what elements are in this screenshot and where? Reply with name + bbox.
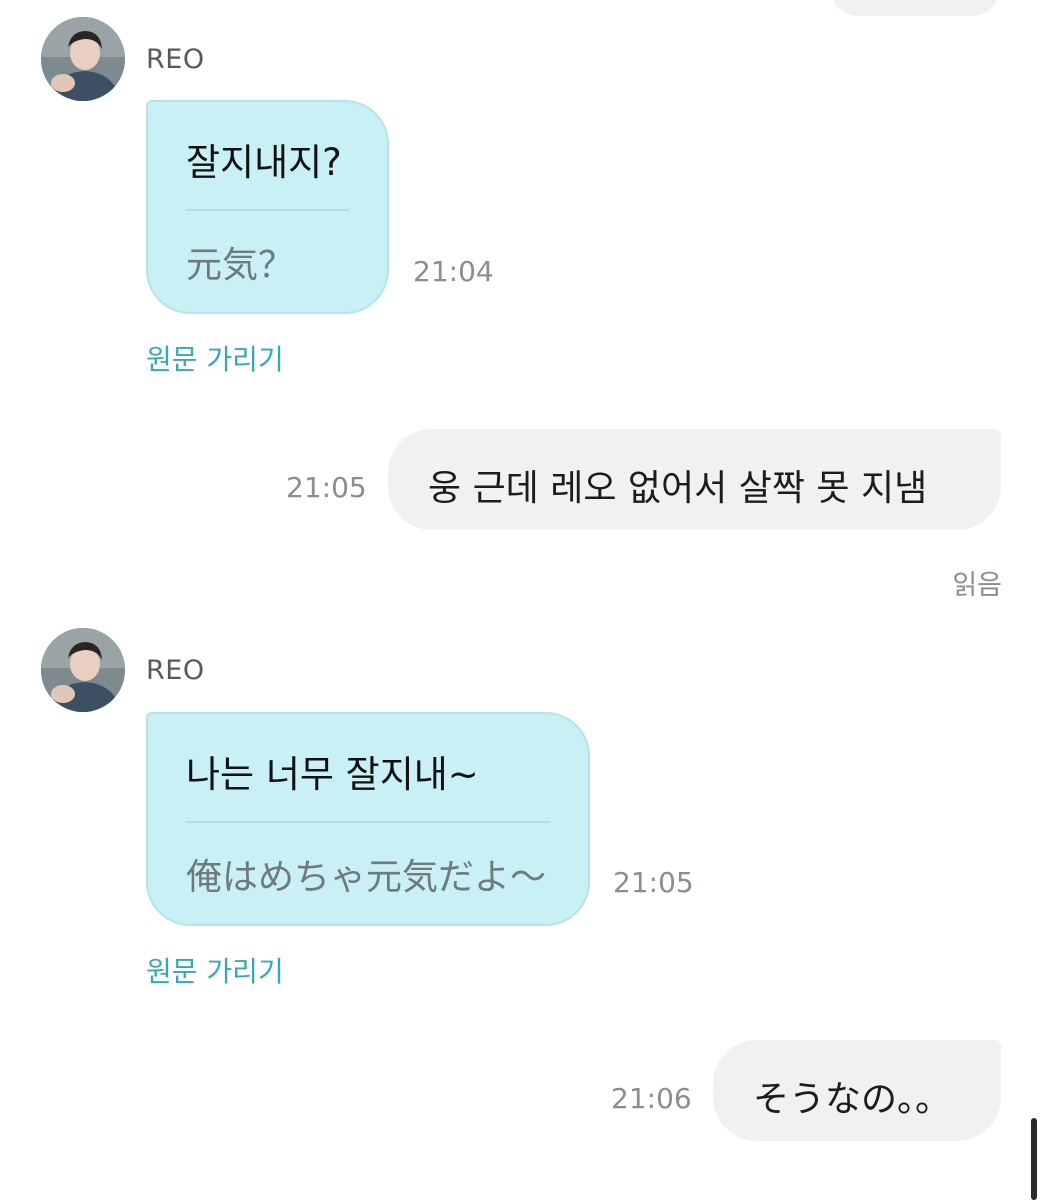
translation-divider — [186, 821, 550, 823]
sender-name: REO — [146, 44, 205, 75]
sender-name: REO — [146, 655, 205, 686]
sender-avatar[interactable] — [41, 17, 125, 101]
outgoing-message-bubble[interactable]: そうなの。。 — [713, 1040, 1001, 1141]
message-text: 웅 근데 레오 없어서 살짝 못 지냄 — [428, 468, 928, 509]
chat-screen: REO 잘지내지? 元気？ 21:04 원문 가리기 21:05 웅 근데 레오… — [0, 0, 1046, 1200]
message-timestamp: 21:05 — [613, 866, 694, 899]
message-text: そうなの。。 — [753, 1079, 952, 1120]
read-receipt: 읽음 — [952, 570, 1002, 601]
hide-original-link[interactable]: 원문 가리기 — [146, 950, 284, 990]
message-timestamp: 21:05 — [286, 471, 367, 504]
message-translation-text: 俺はめちゃ元気だよ～ — [186, 857, 547, 898]
message-original-text: 잘지내지? — [186, 141, 342, 184]
avatar-photo-icon — [41, 628, 125, 712]
incoming-message-bubble[interactable]: 잘지내지? 元気？ — [146, 100, 389, 314]
avatar-photo-icon — [41, 17, 125, 101]
previous-message-bubble[interactable] — [830, 0, 1000, 16]
hide-original-link[interactable]: 원문 가리기 — [146, 338, 284, 378]
message-timestamp: 21:04 — [413, 255, 494, 288]
scrollbar[interactable] — [1031, 1118, 1037, 1200]
message-translation-text: 元気？ — [186, 245, 295, 286]
message-timestamp: 21:06 — [611, 1082, 692, 1115]
incoming-message-bubble[interactable]: 나는 너무 잘지내~ 俺はめちゃ元気だよ～ — [146, 712, 590, 926]
message-original-text: 나는 너무 잘지내~ — [186, 753, 479, 796]
sender-avatar[interactable] — [41, 628, 125, 712]
translation-divider — [186, 209, 349, 211]
outgoing-message-bubble[interactable]: 웅 근데 레오 없어서 살짝 못 지냄 — [388, 429, 1001, 530]
